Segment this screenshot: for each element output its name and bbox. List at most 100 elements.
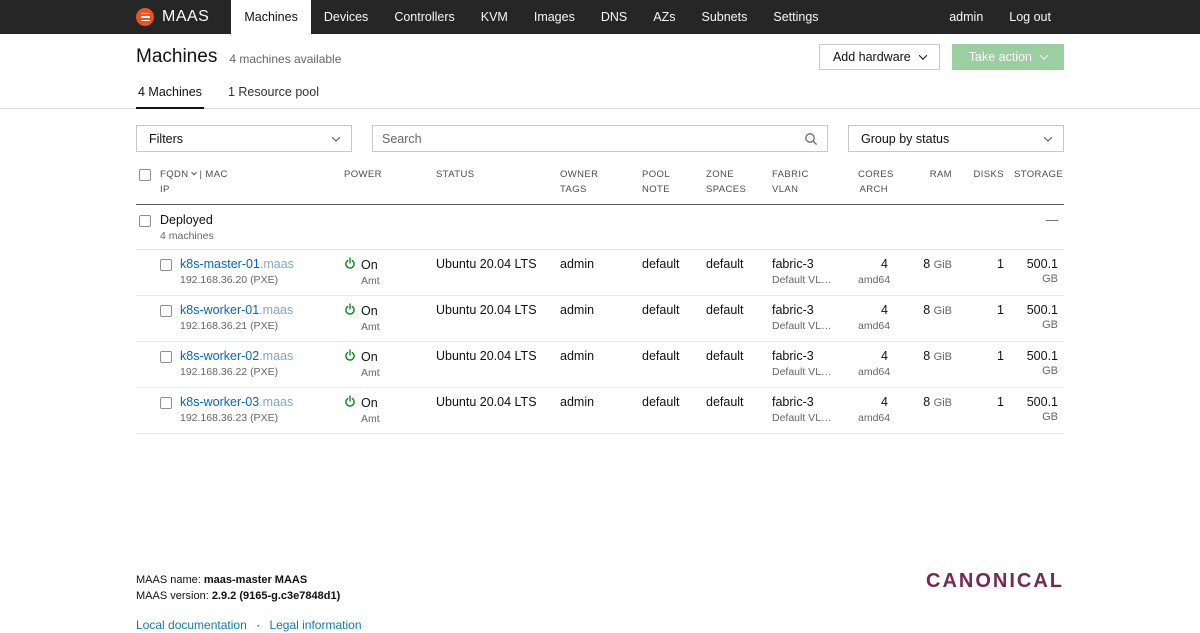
power-on-icon xyxy=(344,395,356,410)
machine-storage: 500.1 GB xyxy=(1026,257,1058,286)
page: MAAS Machines Devices Controllers KVM Im… xyxy=(0,0,1200,633)
machine-disks: 1 xyxy=(997,257,1004,272)
machine-fabric: fabric-3 Default VL… xyxy=(772,395,858,425)
nav-kvm[interactable]: KVM xyxy=(468,0,521,34)
local-documentation-link[interactable]: Local documentation xyxy=(136,618,247,632)
power-type: Amt xyxy=(361,275,380,288)
machine-cores: 4 amd64 xyxy=(858,303,891,333)
power-type: Amt xyxy=(361,413,380,426)
link-separator: · xyxy=(256,618,261,633)
machine-vlan: Default VL… xyxy=(772,366,832,379)
primary-nav: Machines Devices Controllers KVM Images … xyxy=(231,0,831,34)
machine-cores: 4 amd64 xyxy=(858,257,891,287)
tab-machines[interactable]: 4 Machines xyxy=(136,78,204,109)
tab-resource-pool[interactable]: 1 Resource pool xyxy=(226,78,321,109)
col-pool[interactable]: POOL NOTE xyxy=(642,167,706,197)
machine-link[interactable]: k8s-worker-02.maas xyxy=(180,349,293,363)
machine-pool: default xyxy=(642,395,680,410)
machine-disks: 1 xyxy=(997,395,1004,410)
page-title: Machines xyxy=(136,46,218,67)
canonical-logo: CANONICAL xyxy=(926,570,1064,593)
search-box xyxy=(372,125,828,152)
table-header-row: FQDN | MAC IP POWER STATUS OWNER TAGS POO… xyxy=(136,162,1064,206)
nav-logout[interactable]: Log out xyxy=(996,0,1064,34)
machine-link[interactable]: k8s-worker-01.maas xyxy=(180,303,293,317)
machine-arch: amd64 xyxy=(858,320,891,333)
col-fqdn[interactable]: FQDN | MAC IP xyxy=(160,167,344,197)
col-disks[interactable]: DISKS xyxy=(968,167,1014,197)
machine-owner: admin xyxy=(560,303,595,318)
nav-dns[interactable]: DNS xyxy=(588,0,640,34)
col-zone[interactable]: ZONE SPACES xyxy=(706,167,772,197)
machine-power: On Amt xyxy=(344,257,436,287)
machine-fabric: fabric-3 Default VL… xyxy=(772,303,858,333)
group-select-checkbox[interactable] xyxy=(139,215,151,228)
machine-cores: 4 amd64 xyxy=(858,395,891,425)
chevron-down-icon xyxy=(1043,132,1053,142)
group-by-dropdown[interactable]: Group by status xyxy=(848,125,1064,152)
col-cores[interactable]: CORES ARCH xyxy=(858,167,906,197)
power-state: On xyxy=(361,349,378,364)
take-action-button[interactable]: Take action xyxy=(951,44,1064,70)
nav-settings[interactable]: Settings xyxy=(760,0,831,34)
machine-power: On Amt xyxy=(344,395,436,425)
machine-domain: .maas xyxy=(259,303,294,318)
power-state: On xyxy=(361,395,378,410)
machine-disks: 1 xyxy=(997,349,1004,364)
col-power[interactable]: POWER xyxy=(344,167,436,197)
machine-domain: .maas xyxy=(259,257,294,272)
maas-name-line: MAAS name: maas-master MAAS xyxy=(136,574,308,587)
machine-vlan: Default VL… xyxy=(772,412,832,425)
machine-arch: amd64 xyxy=(858,366,891,379)
machine-link[interactable]: k8s-master-01.maas xyxy=(180,257,294,271)
row-checkbox[interactable] xyxy=(160,305,172,318)
search-icon[interactable] xyxy=(804,132,818,146)
table-row: k8s-worker-02.maas 192.168.36.22 (PXE) O… xyxy=(136,342,1064,389)
group-row-deployed: Deployed 4 machines — xyxy=(136,205,1064,251)
row-checkbox[interactable] xyxy=(160,259,172,272)
row-checkbox[interactable] xyxy=(160,397,172,410)
brand-name: MAAS xyxy=(162,8,210,25)
nav-machines[interactable]: Machines xyxy=(231,0,311,34)
chevron-down-icon xyxy=(1039,51,1049,60)
machine-link[interactable]: k8s-worker-03.maas xyxy=(180,395,293,409)
machine-storage: 500.1 GB xyxy=(1026,303,1058,332)
group-title: Deployed xyxy=(160,213,213,228)
select-all-checkbox[interactable] xyxy=(139,169,151,181)
maas-brand[interactable]: MAAS xyxy=(136,0,209,34)
col-fabric[interactable]: FABRIC VLAN xyxy=(772,167,858,197)
chevron-down-icon xyxy=(331,132,341,142)
col-ram[interactable]: RAM xyxy=(906,167,968,197)
row-checkbox[interactable] xyxy=(160,351,172,364)
machine-pool: default xyxy=(642,303,680,318)
nav-subnets[interactable]: Subnets xyxy=(688,0,760,34)
nav-user-area: admin Log out xyxy=(936,0,1064,34)
group-storage-placeholder: — xyxy=(1045,213,1059,228)
col-status[interactable]: STATUS xyxy=(436,167,560,197)
machine-ram: 8 GiB xyxy=(923,303,952,318)
machine-ram: 8 GiB xyxy=(923,349,952,364)
machine-owner: admin xyxy=(560,349,595,364)
nav-azs[interactable]: AZs xyxy=(640,0,688,34)
machine-storage: 500.1 GB xyxy=(1026,349,1058,378)
nav-devices[interactable]: Devices xyxy=(311,0,381,34)
machine-pool: default xyxy=(642,349,680,364)
search-input[interactable] xyxy=(382,131,804,146)
col-owner[interactable]: OWNER TAGS xyxy=(560,167,642,197)
group-count: 4 machines xyxy=(160,230,214,243)
machine-zone: default xyxy=(706,349,744,364)
nav-controllers[interactable]: Controllers xyxy=(381,0,467,34)
col-storage[interactable]: STORAGE xyxy=(1014,167,1064,197)
nav-user[interactable]: admin xyxy=(936,0,996,34)
power-state: On xyxy=(361,303,378,318)
machine-owner: admin xyxy=(560,257,595,272)
power-on-icon xyxy=(344,303,356,318)
add-hardware-button[interactable]: Add hardware xyxy=(818,44,940,70)
chevron-down-icon xyxy=(918,51,928,60)
machine-domain: .maas xyxy=(259,349,294,364)
machine-status: Ubuntu 20.04 LTS xyxy=(436,303,537,318)
filters-dropdown[interactable]: Filters xyxy=(136,125,352,152)
nav-images[interactable]: Images xyxy=(521,0,588,34)
legal-information-link[interactable]: Legal information xyxy=(269,618,361,632)
table-row: k8s-worker-01.maas 192.168.36.21 (PXE) O… xyxy=(136,296,1064,343)
